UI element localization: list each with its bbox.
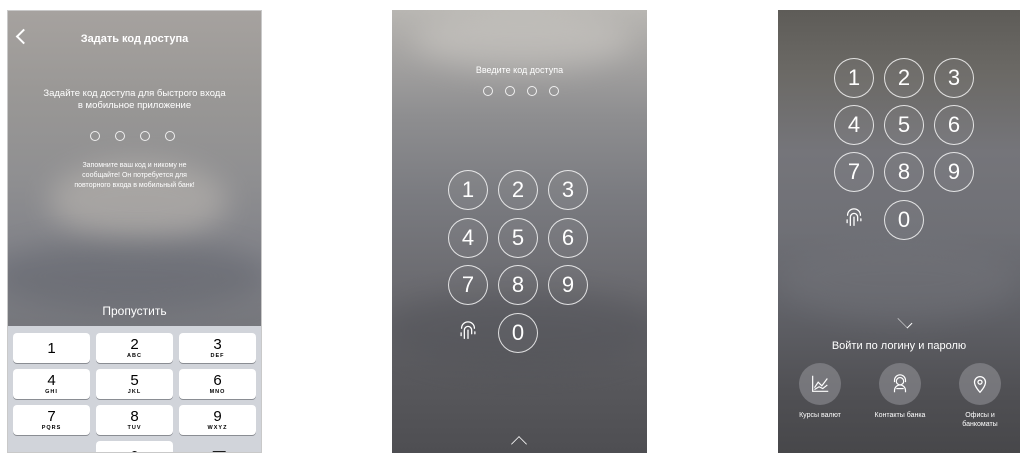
- page-title: Введите код доступа: [475, 65, 564, 75]
- passcode-dot: [165, 131, 175, 141]
- key-letters: PQRS: [41, 425, 62, 431]
- key-digit: 8: [130, 408, 139, 425]
- key-letters: ABC: [127, 353, 142, 359]
- fingerprint-icon[interactable]: [843, 207, 865, 229]
- passcode-dot: [140, 131, 150, 141]
- keyboard-row: 1 2 ABC 3 DEF: [13, 333, 256, 363]
- key-6[interactable]: 6 MNO: [179, 369, 256, 399]
- key-digit: 6: [213, 372, 222, 389]
- action-label: Офисы и банкоматы: [962, 412, 998, 428]
- passcode-warning: Запомните ваш код и никому не сообщайте!…: [74, 162, 195, 189]
- key-letters: DEF: [210, 353, 225, 359]
- numeric-keyboard: 1 2 ABC 3 DEF 4 GHI 5 JKL 6 MNO 7 PQRS 8 TUV 9W…: [8, 326, 261, 452]
- passcode-indicator: [483, 86, 559, 96]
- backspace-icon: ⌫: [208, 449, 226, 453]
- passcode-dot: [90, 131, 100, 141]
- pin-key-7[interactable]: 7: [448, 265, 488, 305]
- key-delete[interactable]: ⌫: [179, 441, 256, 453]
- support-agent-icon: [879, 363, 921, 405]
- enter-passcode-screen: Введите код доступа 1 2 3 4 5 6 7 8 9 0: [392, 10, 647, 453]
- keyboard-row: 4 GHI 5 JKL 6 MNO: [13, 369, 256, 399]
- key-4[interactable]: 4 GHI: [13, 369, 90, 399]
- pin-key-7[interactable]: 7: [834, 152, 874, 192]
- pin-key-6[interactable]: 6: [934, 105, 974, 145]
- key-letters: JKL: [127, 389, 142, 395]
- key-9[interactable]: 9 WXYZ: [179, 405, 256, 435]
- fingerprint-icon[interactable]: [457, 320, 479, 342]
- pin-key-4[interactable]: 4: [448, 218, 488, 258]
- key-8[interactable]: 8 TUV: [96, 405, 173, 435]
- passcode-dot: [115, 131, 125, 141]
- passcode-expanded-screen: 1 2 3 4 5 6 7 8 9 0 Войти по логину и па…: [778, 10, 1020, 453]
- key-digit: 2: [130, 336, 139, 353]
- key-empty: [13, 441, 90, 452]
- key-digit: 4: [47, 372, 56, 389]
- skip-button[interactable]: Пропустить: [8, 304, 261, 318]
- key-digit: 5: [130, 372, 139, 389]
- pin-key-6[interactable]: 6: [548, 218, 588, 258]
- passcode-dot: [483, 86, 493, 96]
- key-0[interactable]: 0: [96, 441, 173, 453]
- key-digit: 0: [130, 449, 138, 453]
- pin-key-5[interactable]: 5: [884, 105, 924, 145]
- pin-key-1[interactable]: 1: [834, 58, 874, 98]
- pin-key-2[interactable]: 2: [884, 58, 924, 98]
- pin-key-8[interactable]: 8: [884, 152, 924, 192]
- key-letters: MNO: [209, 389, 226, 395]
- key-1[interactable]: 1: [13, 333, 90, 363]
- passcode-indicator: [90, 131, 175, 141]
- key-digit: 1: [47, 339, 56, 357]
- key-letters: GHI: [45, 389, 58, 395]
- chevron-up-icon[interactable]: [511, 436, 527, 452]
- key-letters: WXYZ: [207, 425, 228, 431]
- pin-key-9[interactable]: 9: [934, 152, 974, 192]
- key-digit: 7: [47, 408, 56, 425]
- pin-key-3[interactable]: 3: [934, 58, 974, 98]
- pin-key-4[interactable]: 4: [834, 105, 874, 145]
- setup-instruction: Задайте код доступа для быстрого входа в…: [43, 88, 226, 111]
- chart-icon: [799, 363, 841, 405]
- pin-key-0[interactable]: 0: [498, 313, 538, 353]
- setup-passcode-screen: Задать код доступа Задайте код доступа д…: [7, 10, 262, 453]
- pin-key-0[interactable]: 0: [884, 200, 924, 240]
- passcode-dot: [505, 86, 515, 96]
- background-blur: [8, 241, 261, 311]
- passcode-dot: [549, 86, 559, 96]
- pin-key-3[interactable]: 3: [548, 170, 588, 210]
- background-blur: [412, 10, 632, 70]
- key-digit: 3: [213, 336, 222, 353]
- pin-key-8[interactable]: 8: [498, 265, 538, 305]
- action-label: Контакты банка: [874, 412, 926, 419]
- key-2[interactable]: 2 ABC: [96, 333, 173, 363]
- passcode-dot: [527, 86, 537, 96]
- offices-atms-button[interactable]: Офисы и банкоматы: [950, 363, 1010, 429]
- action-label: Курсы валют: [799, 412, 841, 419]
- background-blur: [778, 240, 1018, 320]
- pin-key-5[interactable]: 5: [498, 218, 538, 258]
- key-5[interactable]: 5 JKL: [96, 369, 173, 399]
- keyboard-row: 0 ⌫: [13, 441, 256, 453]
- login-with-password-link[interactable]: Войти по логину и паролю: [778, 340, 1020, 352]
- bank-contacts-button[interactable]: Контакты банка: [870, 363, 930, 420]
- currency-rates-button[interactable]: Курсы валют: [790, 363, 850, 420]
- key-3[interactable]: 3 DEF: [179, 333, 256, 363]
- keyboard-row: 7 PQRS 8 TUV 9 WXYZ: [13, 405, 256, 435]
- key-7[interactable]: 7 PQRS: [13, 405, 90, 435]
- pin-key-1[interactable]: 1: [448, 170, 488, 210]
- key-digit: 9: [213, 408, 222, 425]
- key-letters: TUV: [127, 425, 142, 431]
- page-title: Задать код доступа: [80, 33, 189, 45]
- pin-key-2[interactable]: 2: [498, 170, 538, 210]
- map-pin-icon: [959, 363, 1001, 405]
- pin-key-9[interactable]: 9: [548, 265, 588, 305]
